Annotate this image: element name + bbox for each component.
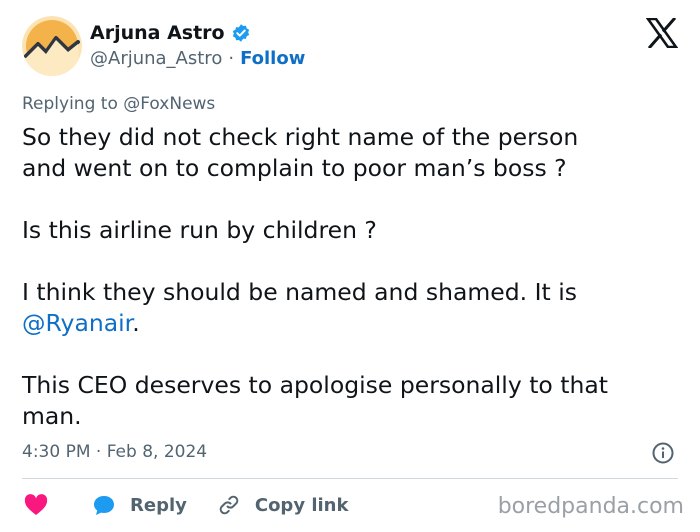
heart-icon (24, 494, 48, 515)
reply-label: Reply (130, 494, 187, 516)
action-bar: Reply Copy link (24, 493, 348, 517)
tweet-line: I think they should be named and shamed.… (22, 278, 577, 306)
tweet-line: Is this airline run by children ? (22, 216, 377, 244)
tweet-line: and went on to complain to poor man’s bo… (22, 154, 567, 182)
tweet-line: man. (22, 402, 82, 430)
reply-button[interactable]: Reply (92, 494, 187, 516)
info-icon[interactable] (652, 442, 674, 464)
tweet-card: Arjuna Astro @Arjuna_Astro · Follow Repl… (0, 0, 700, 532)
like-button[interactable] (24, 494, 48, 516)
author-name-row: Arjuna Astro (90, 22, 251, 44)
avatar[interactable] (22, 16, 82, 76)
author-handle[interactable]: @Arjuna_Astro (90, 48, 222, 69)
x-logo-icon[interactable] (645, 16, 679, 50)
divider (22, 478, 678, 479)
link-icon (219, 495, 239, 515)
tweet-body: So they did not check right name of the … (22, 122, 682, 432)
follow-button[interactable]: Follow (240, 48, 305, 69)
watermark: boredpanda.com (497, 494, 684, 519)
separator: · (228, 48, 235, 69)
verified-badge-icon (231, 23, 251, 43)
mention-suffix: . (132, 309, 140, 337)
tweet-line: This CEO deserves to apologise personall… (22, 371, 608, 399)
copy-link-button[interactable]: Copy link (217, 493, 349, 517)
tweet-line: So they did not check right name of the … (22, 123, 579, 151)
mention-link[interactable]: @Ryanair (22, 309, 132, 337)
replying-to: Replying to @FoxNews (22, 94, 216, 114)
copy-link-label: Copy link (254, 494, 349, 516)
tweet-mention-line: @Ryanair. (22, 308, 682, 339)
reply-bubble-icon (94, 496, 114, 515)
author-name[interactable]: Arjuna Astro (90, 22, 225, 44)
author-handle-row: @Arjuna_Astro · Follow (90, 48, 305, 69)
timestamp[interactable]: 4:30 PM · Feb 8, 2024 (22, 442, 207, 462)
avatar-image (22, 16, 82, 76)
